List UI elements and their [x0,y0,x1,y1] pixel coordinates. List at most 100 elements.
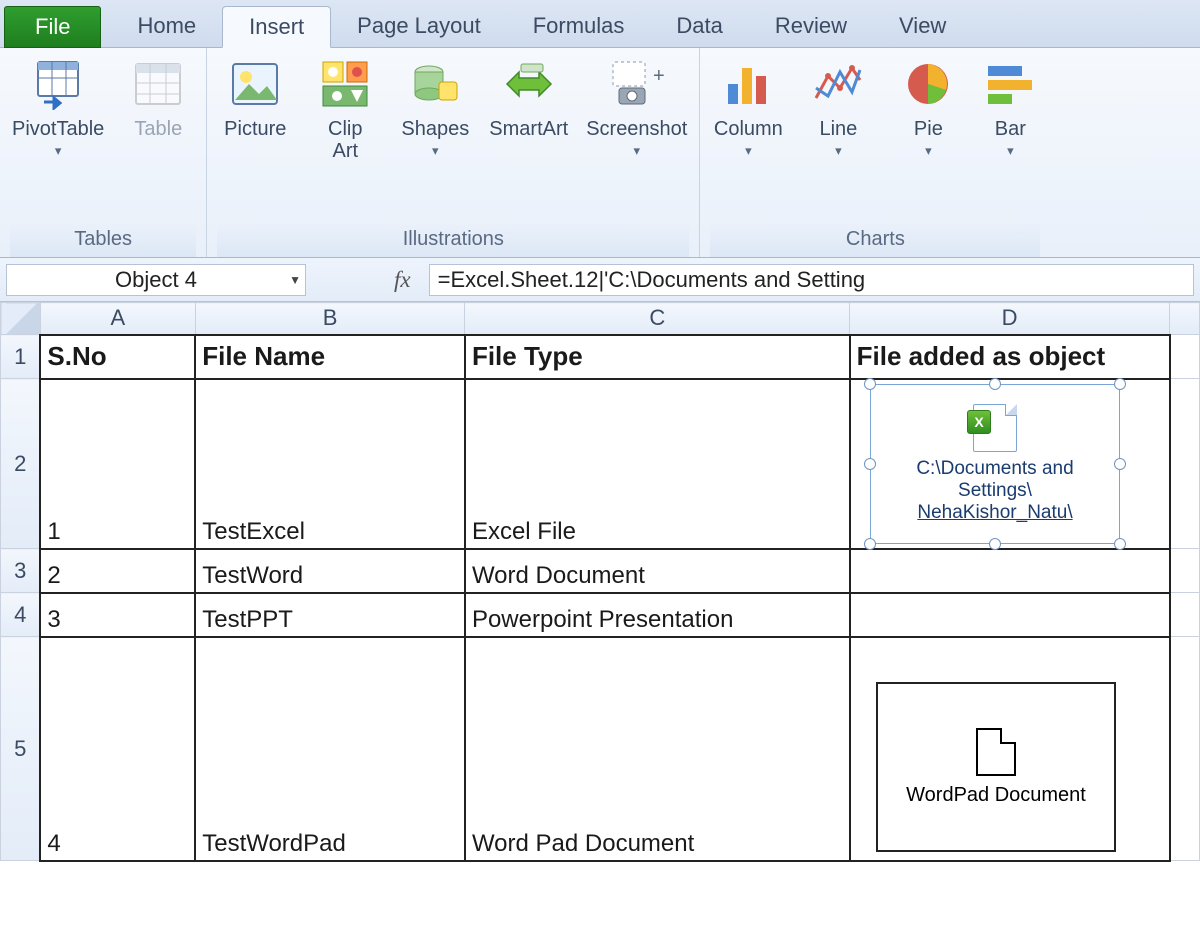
cell-A1[interactable]: S.No [40,335,195,379]
bar-chart-button[interactable]: Bar ▾ [980,52,1040,162]
tab-view[interactable]: View [873,5,972,47]
chevron-down-icon: ▾ [634,144,641,158]
formula-input[interactable]: =Excel.Sheet.12|'C:\Documents and Settin… [429,264,1194,296]
row-header-4[interactable]: 4 [1,593,41,637]
cell-B2[interactable]: TestExcel [195,379,465,549]
screenshot-button[interactable]: + Screenshot ▾ [584,52,689,162]
tab-data[interactable]: Data [650,5,748,47]
cell-B5[interactable]: TestWordPad [195,637,465,861]
pivottable-label: PivotTable [12,118,104,140]
cell-E3[interactable] [1170,549,1200,593]
cell-C5[interactable]: Word Pad Document [465,637,850,861]
group-label-tables: Tables [10,224,196,257]
cell-E1[interactable] [1170,335,1200,379]
resize-handle[interactable] [989,538,1001,550]
resize-handle[interactable] [1114,538,1126,550]
cell-E4[interactable] [1170,593,1200,637]
col-header-A[interactable]: A [40,303,195,335]
chevron-down-icon: ▾ [1007,144,1014,158]
tab-insert[interactable]: Insert [222,6,331,48]
cell-B1[interactable]: File Name [195,335,465,379]
column-chart-button[interactable]: Column ▾ [710,52,786,162]
row-header-1[interactable]: 1 [1,335,41,379]
tab-formulas[interactable]: Formulas [507,5,651,47]
cell-A2[interactable]: 1 [40,379,195,549]
smartart-label: SmartArt [489,118,568,140]
bar-chart-icon [982,56,1038,112]
cell-E5[interactable] [1170,637,1200,861]
tab-pagelayout[interactable]: Page Layout [331,5,507,47]
cell-E2[interactable] [1170,379,1200,549]
row-header-3[interactable]: 3 [1,549,41,593]
col-header-C[interactable]: C [465,303,850,335]
resize-handle[interactable] [1114,378,1126,390]
row-header-5[interactable]: 5 [1,637,41,861]
row-header-2[interactable]: 2 [1,379,41,549]
worksheet[interactable]: A B C D 1 S.No File Name File Type File … [0,302,1200,937]
picture-button[interactable]: Picture [217,52,293,144]
resize-handle[interactable] [864,378,876,390]
resize-handle[interactable] [1114,458,1126,470]
pie-chart-icon [900,56,956,112]
ribbon-group-illustrations: Picture Clip Art ▾ Shapes ▾ Sma [207,48,700,257]
cell-A4[interactable]: 3 [40,593,195,637]
col-header-E[interactable] [1170,303,1200,335]
ribbon-group-tables: PivotTable ▾ Table Tables [0,48,207,257]
group-label-charts: Charts [710,224,1040,257]
smartart-button[interactable]: SmartArt [487,52,570,144]
shapes-label: Shapes [401,118,469,140]
col-header-D[interactable]: D [850,303,1170,335]
bar-chart-label: Bar [995,118,1026,140]
embedded-object-caption: C:\Documents and Settings\ NehaKishor_Na… [916,458,1073,524]
cell-A3[interactable]: 2 [40,549,195,593]
chevron-down-icon[interactable]: ▼ [289,273,301,287]
name-box[interactable]: Object 4 ▼ [6,264,306,296]
name-box-value: Object 4 [115,267,197,293]
ribbon-group-charts: Column ▾ Line ▾ Pie ▾ B [700,48,1050,257]
chevron-down-icon: ▾ [745,144,752,158]
cell-B3[interactable]: TestWord [195,549,465,593]
pie-chart-label: Pie [914,118,943,140]
pivottable-button[interactable]: PivotTable ▾ [10,52,106,162]
chevron-down-icon: ▾ [432,144,439,158]
tab-file[interactable]: File [4,6,101,48]
tab-review[interactable]: Review [749,5,873,47]
select-all-corner[interactable] [1,303,41,335]
tab-home[interactable]: Home [111,5,222,47]
cell-B4[interactable]: TestPPT [195,593,465,637]
line-chart-label: Line [819,118,857,140]
col-header-B[interactable]: B [195,303,465,335]
formula-text: =Excel.Sheet.12|'C:\Documents and Settin… [438,267,866,293]
resize-handle[interactable] [864,538,876,550]
table-icon [130,56,186,112]
column-chart-label: Column [714,118,783,140]
cell-C3[interactable]: Word Document [465,549,850,593]
cell-C2[interactable]: Excel File [465,379,850,549]
cell-C4[interactable]: Powerpoint Presentation [465,593,850,637]
screenshot-icon: + [609,56,665,112]
pie-chart-button[interactable]: Pie ▾ [890,52,966,162]
fx-icon[interactable]: fx [394,267,411,293]
resize-handle[interactable] [864,458,876,470]
group-label-illustrations: Illustrations [217,224,689,257]
embedded-object-excel[interactable]: X C:\Documents and Settings\ NehaKishor_… [870,384,1120,544]
cell-D4[interactable] [850,593,1170,637]
table-button[interactable]: Table [120,52,196,144]
shapes-icon [407,56,463,112]
excel-file-icon: X [967,404,1023,452]
cell-D3[interactable] [850,549,1170,593]
chevron-down-icon: ▾ [835,144,842,158]
cell-D1[interactable]: File added as object [850,335,1170,379]
embedded-object-wordpad[interactable]: WordPad Document [876,682,1116,852]
resize-handle[interactable] [989,378,1001,390]
shapes-button[interactable]: Shapes ▾ [397,52,473,162]
cell-A5[interactable]: 4 [40,637,195,861]
clipart-button[interactable]: Clip Art ▾ [307,52,383,184]
chevron-down-icon: ▾ [55,144,62,158]
cell-C1[interactable]: File Type [465,335,850,379]
picture-label: Picture [224,118,286,140]
formula-bar: Object 4 ▼ ✕✓ fx =Excel.Sheet.12|'C:\Doc… [0,258,1200,302]
document-icon [976,728,1016,776]
clipart-icon [317,56,373,112]
line-chart-button[interactable]: Line ▾ [800,52,876,162]
